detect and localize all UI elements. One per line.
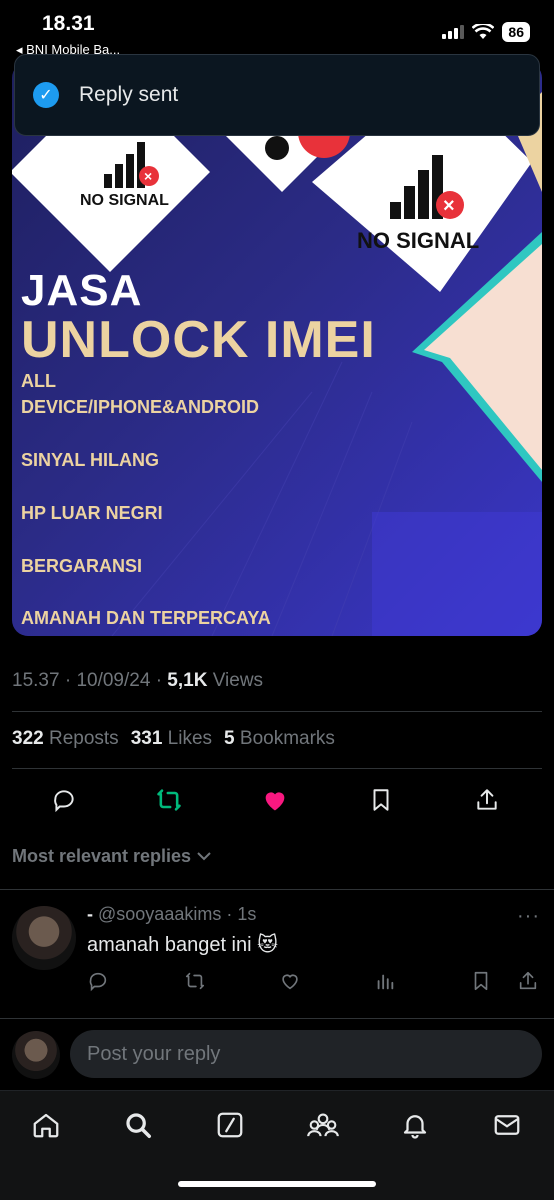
toast-message: Reply sent — [79, 83, 179, 106]
heart-filled-icon — [265, 792, 285, 811]
bookmarks-label: Bookmarks — [239, 728, 335, 749]
reply-like-button[interactable] — [275, 966, 305, 996]
reply-share-button[interactable] — [513, 966, 543, 996]
promo-item: BERGARANSI — [21, 556, 143, 576]
promo-subtitle: UNLOCK IMEI — [21, 311, 376, 369]
reposts-count: 322 — [12, 728, 44, 749]
replies-sort-dropdown[interactable]: Most relevant replies — [12, 846, 212, 867]
analytics-icon — [377, 974, 394, 990]
reply-header: - @sooyaaakims · 1s — [87, 904, 257, 924]
wifi-icon — [472, 24, 495, 39]
status-bar: 18.31 ◂ BNI Mobile Ba... 86 — [0, 0, 554, 60]
reply-display-name[interactable]: - — [87, 904, 93, 924]
reply-sent-toast: ✓ Reply sent — [14, 54, 540, 136]
svg-text:×: × — [443, 195, 455, 217]
status-time: 18.31 — [42, 12, 95, 35]
svg-text:×: × — [144, 168, 152, 184]
bookmarks-stat[interactable]: 5 Bookmarks — [224, 728, 335, 750]
likes-count: 331 — [130, 728, 163, 749]
reply-icon — [54, 790, 74, 813]
reply-action-bar — [0, 966, 554, 996]
post-time: 15.37 — [12, 670, 60, 691]
chevron-down-icon — [197, 852, 211, 861]
replies-sort-label: Most relevant replies — [12, 846, 192, 866]
reply-reply-button[interactable] — [83, 966, 113, 996]
separator: · — [64, 670, 72, 691]
share-icon — [477, 789, 497, 810]
reply-handle[interactable]: @sooyaaakims — [98, 904, 221, 924]
bookmark-button[interactable] — [363, 782, 399, 818]
bookmark-icon — [474, 971, 488, 991]
post-stats: 322 Reposts 331 Likes 5 Bookmarks — [12, 728, 335, 750]
battery-indicator: 86 — [502, 22, 530, 42]
tab-search[interactable] — [120, 1107, 156, 1143]
divider — [12, 711, 542, 712]
views-label[interactable]: Views — [213, 670, 263, 691]
tab-grok[interactable] — [212, 1107, 248, 1143]
reply-time: 1s — [237, 904, 257, 924]
like-button[interactable] — [257, 782, 293, 818]
repost-icon — [157, 789, 181, 811]
checkmark-icon: ✓ — [33, 82, 59, 108]
no-signal-label-small: NO SIGNAL — [80, 192, 169, 209]
bookmark-icon — [373, 789, 389, 811]
share-icon — [519, 971, 537, 990]
post-action-bar — [0, 782, 554, 818]
promo-item: SINYAL HILANG — [21, 450, 160, 470]
home-icon — [33, 1113, 59, 1138]
divider — [0, 889, 554, 890]
reply-button[interactable] — [46, 782, 82, 818]
bookmarks-count: 5 — [224, 728, 235, 749]
reply-avatar[interactable] — [12, 906, 76, 970]
post-meta: 15.37 · 10/09/24 · 5,1K Views — [12, 670, 263, 692]
tab-notifications[interactable] — [397, 1107, 433, 1143]
promo-item: DEVICE/IPHONE&ANDROID — [21, 397, 260, 417]
reply-text: amanah banget ini 😻 — [87, 934, 278, 956]
tab-home[interactable] — [28, 1107, 64, 1143]
tab-communities[interactable] — [305, 1107, 341, 1143]
divider — [12, 768, 542, 769]
reply-icon — [89, 972, 107, 992]
reposts-stat[interactable]: 322 Reposts — [12, 728, 119, 750]
more-options-button[interactable]: ··· — [517, 905, 540, 928]
post-date: 10/09/24 — [76, 670, 151, 691]
search-icon — [126, 1113, 151, 1138]
separator: · — [155, 670, 163, 691]
reply-repost-button[interactable] — [180, 966, 210, 996]
promo-title: JASA — [21, 266, 143, 315]
likes-label: Likes — [167, 728, 213, 749]
share-button[interactable] — [469, 782, 505, 818]
no-signal-label-large: NO SIGNAL — [357, 228, 480, 253]
reply-composer — [0, 1018, 554, 1088]
heart-icon — [282, 974, 298, 990]
tab-messages[interactable] — [489, 1107, 525, 1143]
reposts-label: Reposts — [48, 728, 119, 749]
promo-item: ALL — [21, 371, 56, 391]
repost-icon — [185, 972, 205, 990]
reply-bookmark-button[interactable] — [466, 966, 496, 996]
grok-icon — [217, 1112, 243, 1138]
repost-button[interactable] — [151, 782, 187, 818]
reply-views-button[interactable] — [370, 966, 400, 996]
promo-item: AMANAH DAN TERPERCAYA — [21, 608, 271, 628]
notifications-icon — [403, 1115, 427, 1139]
home-indicator[interactable] — [178, 1181, 376, 1187]
composer-avatar[interactable] — [12, 1031, 60, 1079]
cellular-signal-icon — [442, 25, 465, 39]
views-count[interactable]: 5,1K — [167, 670, 207, 691]
messages-icon — [494, 1115, 520, 1135]
post-image[interactable]: × × NO SIGNAL NO SIGNAL JASA UNLOCK IMEI… — [12, 62, 542, 636]
communities-icon — [307, 1113, 339, 1137]
likes-stat[interactable]: 331 Likes — [131, 728, 212, 750]
promo-item: HP LUAR NEGRI — [21, 503, 163, 523]
reply-input[interactable] — [70, 1030, 542, 1078]
status-icons: 86 — [442, 22, 530, 42]
